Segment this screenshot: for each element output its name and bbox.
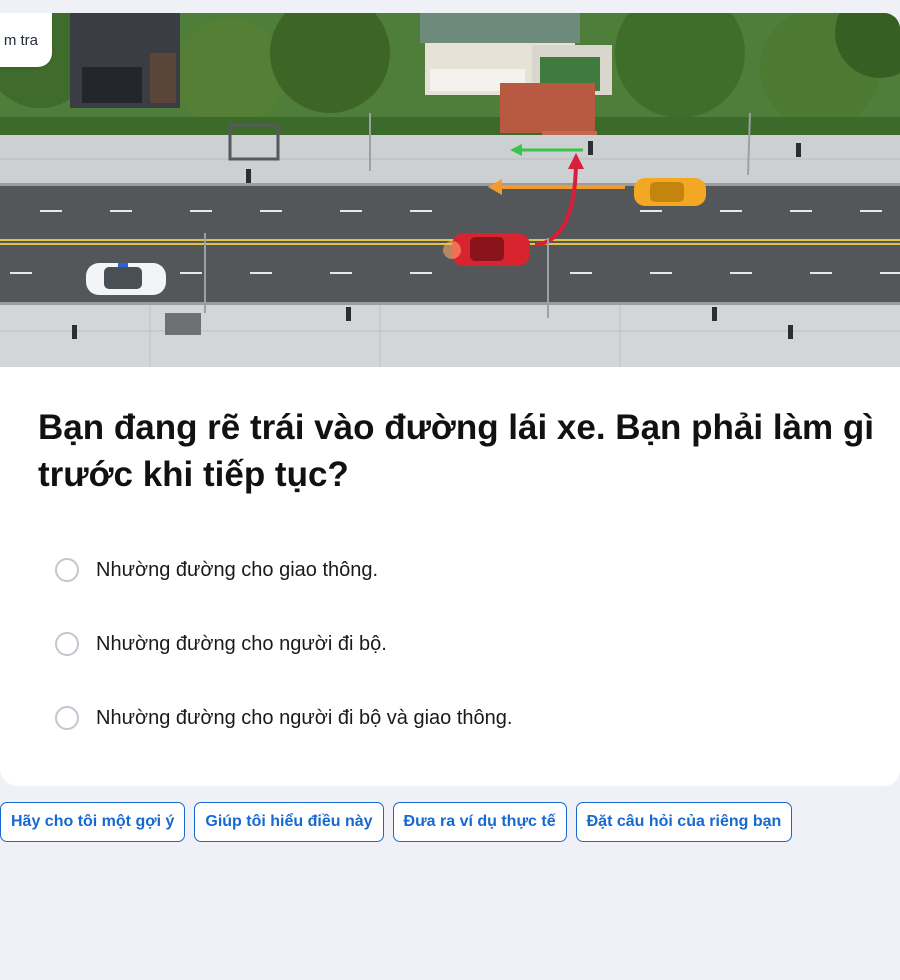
ask-question-chip-button[interactable]: Đặt câu hỏi của riêng bạn [575,802,793,842]
answer-option-3[interactable]: Nhường đường cho người đi bộ và giao thô… [55,703,512,733]
hint-chip-button[interactable]: Hãy cho tôi một gợi ý [0,802,186,842]
answer-option-label: Nhường đường cho giao thông. [96,558,379,581]
explain-chip-button[interactable]: Giúp tôi hiểu điều này [194,802,384,842]
question-card: m tra Bạn đang rẽ trái vào đường lái xe.… [0,13,900,786]
radio-empty-icon[interactable] [55,558,79,582]
answer-option-2[interactable]: Nhường đường cho người đi bộ. [55,629,387,659]
question-text: Bạn đang rẽ trái vào đường lái xe. Bạn p… [38,408,874,494]
street-scene-illustration [0,13,900,367]
example-chip-button[interactable]: Đưa ra ví dụ thực tế [392,802,567,842]
radio-empty-icon[interactable] [55,632,79,656]
check-tab[interactable]: m tra [0,13,52,67]
answer-option-1[interactable]: Nhường đường cho giao thông. [55,555,378,585]
help-chip-row: Hãy cho tôi một gợi ý Giúp tôi hiểu điều… [0,802,793,842]
answer-option-label: Nhường đường cho người đi bộ và giao thô… [96,706,513,729]
radio-empty-icon[interactable] [55,706,79,730]
check-tab-label: m tra [3,31,38,49]
answer-option-label: Nhường đường cho người đi bộ. [96,632,387,655]
